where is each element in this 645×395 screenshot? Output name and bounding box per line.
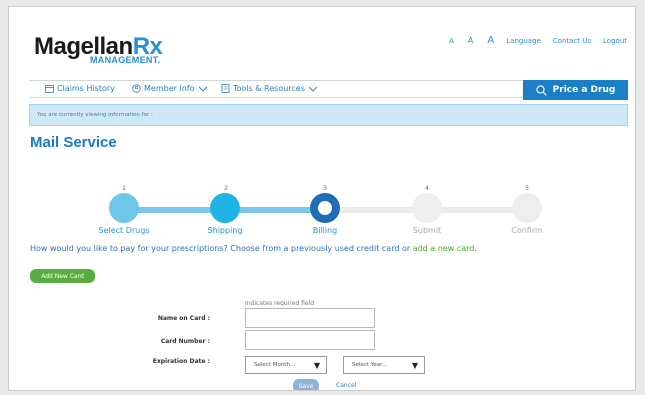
payment-question-end: . (474, 244, 477, 253)
nav-claims-history[interactable]: Claims History (45, 84, 115, 93)
required-field-note: Indicates required field (245, 300, 315, 307)
font-size-large[interactable]: A (487, 35, 494, 46)
calendar-icon (45, 84, 54, 93)
price-a-drug-button[interactable]: Price a Drug (523, 80, 628, 100)
step-3-number: 3 (323, 185, 327, 192)
main-nav: Claims History Member Info Tools & Resou… (29, 80, 628, 100)
page-frame: MagellanRx MANAGEMENT. A A A Language Co… (8, 6, 636, 391)
dropdown-arrow-icon: ▼ (313, 361, 320, 370)
price-a-drug-label: Price a Drug (552, 85, 616, 95)
logout-link[interactable]: Logout (603, 37, 627, 45)
step-1-circle[interactable] (109, 193, 139, 223)
save-button[interactable]: Save (293, 379, 319, 390)
step-4-number: 4 (425, 185, 429, 192)
step-3-label: Billing (312, 226, 338, 235)
payment-question-text: How would you like to pay for your presc… (30, 244, 413, 253)
contact-us-link[interactable]: Contact Us (553, 37, 591, 45)
viewing-info-bar: You are currently viewing information fo… (29, 104, 628, 126)
magellan-logo[interactable]: MagellanRx MANAGEMENT. (34, 33, 163, 65)
payment-question: How would you like to pay for your presc… (30, 244, 477, 253)
font-size-small[interactable]: A (449, 37, 454, 45)
expiration-year-select[interactable]: Select Year... ▼ (343, 356, 425, 374)
nav-tools-resources[interactable]: Tools & Resources (221, 84, 318, 93)
nav-claims-label: Claims History (57, 84, 115, 93)
dropdown-arrow-icon: ▼ (411, 361, 418, 370)
name-on-card-label: Name on Card : (157, 315, 210, 322)
chevron-down-icon (308, 86, 318, 92)
step-1-number: 1 (122, 185, 126, 192)
nav-member-info[interactable]: Member Info (132, 84, 208, 93)
step-3-circle (310, 193, 340, 223)
expiration-date-label: Expiration Date : (152, 358, 210, 365)
name-on-card-input[interactable] (245, 308, 375, 328)
page-title: Mail Service (30, 134, 117, 151)
nav-member-label: Member Info (144, 84, 195, 93)
step-5-number: 5 (525, 185, 529, 192)
step-5-label: Confirm (511, 226, 543, 235)
expiration-month-select[interactable]: Select Month... ▼ (245, 356, 327, 374)
step-2-label: Shipping (207, 226, 243, 235)
viewing-info-text: You are currently viewing information fo… (37, 112, 153, 118)
document-icon (221, 84, 230, 93)
chevron-down-icon (198, 86, 207, 92)
card-number-input[interactable] (245, 330, 375, 350)
step-5-circle (512, 193, 542, 223)
top-utility-links: A A A Language Contact Us Logout (425, 35, 627, 46)
current-step-indicator (318, 201, 332, 215)
add-new-card-button[interactable]: Add New Card (30, 269, 95, 283)
month-select-value: Select Month... (254, 362, 296, 368)
step-1-label: Select Drugs (98, 226, 150, 235)
language-link[interactable]: Language (506, 37, 541, 45)
cancel-link[interactable]: Cancel (336, 382, 356, 389)
step-4-label: Submit (412, 226, 442, 235)
add-new-card-link[interactable]: add a new card (413, 244, 475, 253)
member-icon (132, 84, 141, 93)
nav-tools-label: Tools & Resources (233, 84, 305, 93)
card-number-label: Card Number : (160, 338, 210, 345)
year-select-value: Select Year... (352, 362, 388, 368)
search-icon (536, 84, 547, 96)
step-2-number: 2 (224, 185, 228, 192)
font-size-controls: A A A (437, 35, 494, 46)
logo-subtext: MANAGEMENT. (90, 55, 161, 65)
step-2-circle[interactable] (210, 193, 240, 223)
font-size-medium[interactable]: A (468, 36, 473, 45)
step-4-circle (412, 193, 442, 223)
